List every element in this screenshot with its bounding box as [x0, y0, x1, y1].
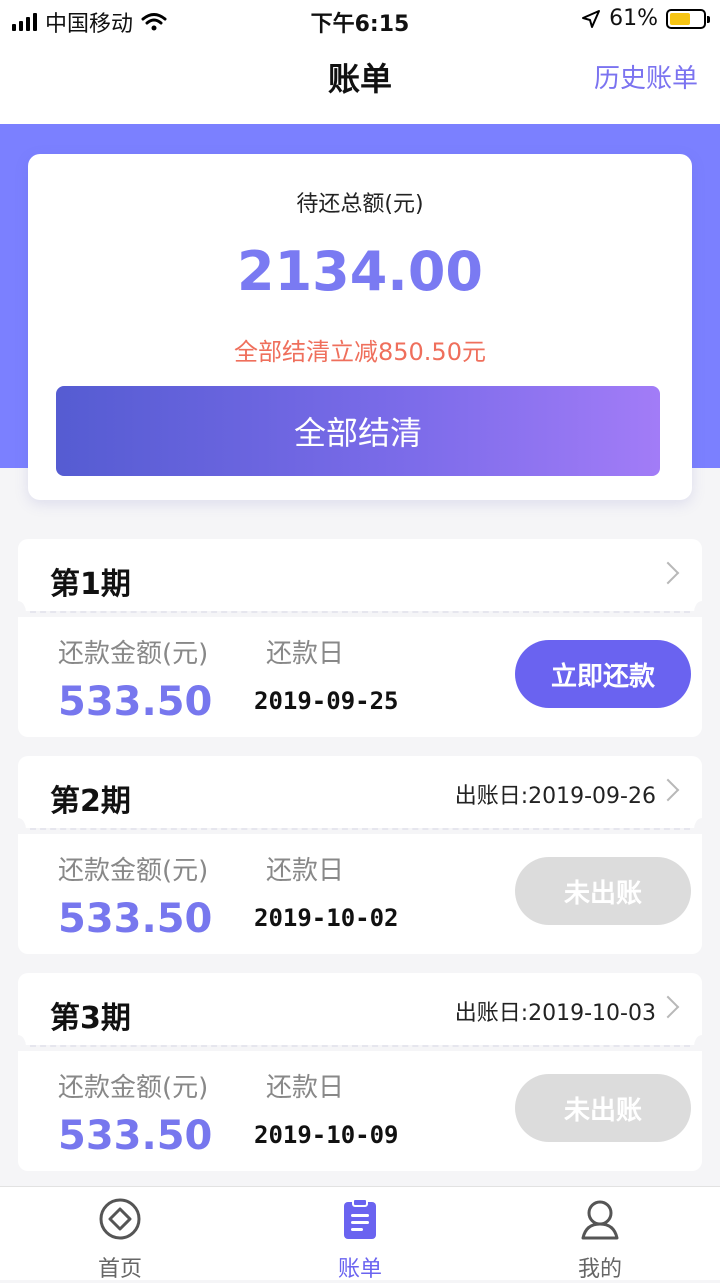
dashed-divider — [30, 828, 690, 830]
billing-date: 出账日:2019-10-03 — [454, 1001, 656, 1026]
due-date-value: 2019-10-09 — [254, 1121, 399, 1149]
period-title: 第1期 — [50, 567, 131, 602]
location-arrow-icon — [582, 9, 601, 28]
bill-icon — [344, 1198, 376, 1239]
tab-home[interactable]: 首页 — [60, 1197, 180, 1283]
settle-all-button[interactable]: 全部结清 — [56, 386, 660, 476]
total-due-amount: 2134.00 — [237, 240, 483, 303]
amount-label: 还款金额(元) — [58, 856, 209, 886]
status-right: 61% — [581, 6, 710, 31]
chevron-right-icon — [656, 778, 680, 802]
not-billed-button: 未出账 — [515, 1074, 691, 1142]
battery-fill — [670, 12, 690, 25]
tab-bill-label: 账单 — [337, 1257, 382, 1282]
bill-card: 第1期 还款金额(元) 还款日 533.50 2019-09-25 立即还款 — [10, 539, 710, 737]
tab-profile-label: 我的 — [577, 1257, 622, 1282]
nav-bar: 账单 历史账单 — [0, 40, 720, 124]
bill-header[interactable]: 第1期 — [18, 539, 702, 611]
dashed-divider — [30, 1045, 690, 1047]
period-title: 第2期 — [50, 784, 131, 819]
status-bar: 中国移动 下午6:15 61% — [0, 0, 720, 40]
total-due-label: 待还总额(元) — [296, 192, 424, 217]
bill-body: 还款金额(元) 还款日 533.50 2019-10-02 未出账 — [18, 834, 702, 954]
profile-icon — [581, 1200, 619, 1240]
bill-card: 第3期 出账日:2019-10-03 还款金额(元) 还款日 533.50 20… — [10, 973, 710, 1171]
home-icon — [99, 1198, 141, 1240]
battery-percent: 61% — [609, 6, 658, 31]
dashed-divider — [30, 611, 690, 613]
battery-icon — [666, 8, 710, 29]
amount-value: 533.50 — [58, 896, 213, 942]
due-date-label: 还款日 — [266, 639, 345, 669]
summary-card: 待还总额(元) 2134.00 全部结清立减850.50元 全部结清 — [28, 154, 692, 500]
chevron-right-icon — [656, 561, 680, 585]
due-date-value: 2019-10-02 — [254, 904, 399, 932]
history-bills-link[interactable]: 历史账单 — [594, 58, 698, 95]
amount-value: 533.50 — [58, 1113, 213, 1159]
amount-value: 533.50 — [58, 679, 213, 725]
not-billed-button: 未出账 — [515, 857, 691, 925]
chevron-right-icon — [656, 995, 680, 1019]
bill-body: 还款金额(元) 还款日 533.50 2019-09-25 立即还款 — [18, 617, 702, 737]
bill-header[interactable]: 第2期 出账日:2019-09-26 — [18, 756, 702, 828]
due-date-label: 还款日 — [266, 1073, 345, 1103]
bill-body: 还款金额(元) 还款日 533.50 2019-10-09 未出账 — [18, 1051, 702, 1171]
period-title: 第3期 — [50, 1001, 131, 1036]
tab-home-label: 首页 — [97, 1257, 142, 1282]
due-date-value: 2019-09-25 — [254, 687, 399, 715]
bill-header[interactable]: 第3期 出账日:2019-10-03 — [18, 973, 702, 1045]
tab-bill[interactable]: 账单 — [300, 1197, 420, 1283]
bill-card: 第2期 出账日:2019-09-26 还款金额(元) 还款日 533.50 20… — [10, 756, 710, 954]
tab-bar: 首页 账单 我的 — [0, 1186, 720, 1283]
due-date-label: 还款日 — [266, 856, 345, 886]
pay-now-button[interactable]: 立即还款 — [515, 640, 691, 708]
settle-discount-text: 全部结清立减850.50元 — [234, 338, 486, 366]
billing-date: 出账日:2019-09-26 — [454, 784, 656, 809]
tab-profile[interactable]: 我的 — [540, 1197, 660, 1283]
amount-label: 还款金额(元) — [58, 1073, 209, 1103]
amount-label: 还款金额(元) — [58, 639, 209, 669]
